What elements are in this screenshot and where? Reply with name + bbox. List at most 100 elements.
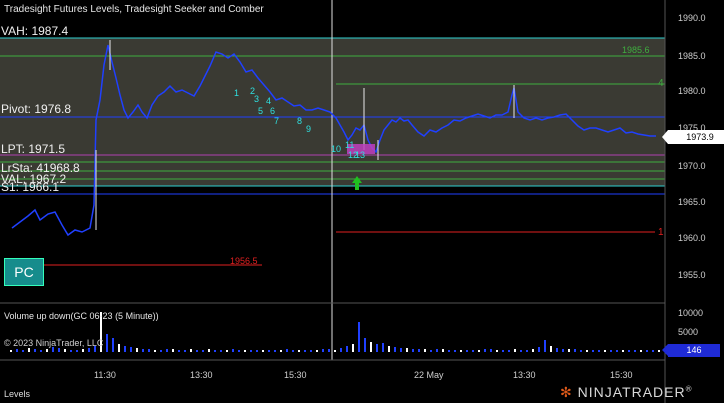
volume-bar: [586, 350, 588, 352]
volume-bar: [208, 349, 210, 352]
volume-bar: [226, 350, 228, 352]
volume-bar: [550, 346, 552, 352]
volume-bar: [244, 350, 246, 352]
green-level-value: 1985.6: [622, 45, 650, 55]
volume-bar: [64, 349, 66, 352]
levels-tab[interactable]: Levels: [4, 389, 30, 399]
seeker-number: 7: [274, 116, 280, 126]
price-tick-label: 1965.0: [678, 197, 706, 207]
logo-trader-text: TRADER: [622, 384, 686, 400]
volume-bar: [502, 350, 504, 352]
volume-bar: [340, 348, 342, 352]
volume-bar: [286, 349, 288, 352]
s1-label: S1: 1966.1: [1, 180, 60, 194]
seeker-number: 9: [306, 124, 312, 134]
volume-bar: [346, 346, 348, 352]
volume-bar: [574, 349, 576, 352]
time-tick-label: 11:30: [94, 370, 116, 380]
logo-reg-mark: ®: [685, 384, 693, 394]
time-tick-label: 13:30: [190, 370, 213, 380]
volume-bar: [256, 350, 258, 352]
volume-bar: [628, 350, 630, 352]
volume-bar: [442, 349, 444, 352]
price-tick-label: 1960.0: [678, 233, 706, 243]
volume-bar: [292, 350, 294, 352]
seeker-number: 1: [234, 88, 240, 98]
volume-bar: [460, 350, 462, 352]
time-tick-label: 22 May: [414, 370, 444, 380]
price-tick-label: 1980.0: [678, 86, 706, 96]
volume-bar: [280, 350, 282, 352]
volume-bar: [106, 334, 108, 352]
volume-bar: [478, 350, 480, 352]
volume-bar: [472, 350, 474, 352]
volume-bar: [412, 349, 414, 352]
seeker-number: 5: [258, 106, 264, 116]
volume-bar: [124, 346, 126, 352]
volume-bar: [394, 347, 396, 352]
volume-bar: [352, 344, 354, 352]
volume-bar: [592, 350, 594, 352]
volume-bar: [520, 350, 522, 352]
volume-bar: [358, 322, 360, 352]
seeker-number: 10: [331, 144, 342, 154]
price-tick-label: 1970.0: [678, 161, 706, 171]
volume-bar: [400, 348, 402, 352]
time-tick-label: 15:30: [284, 370, 307, 380]
volume-bar: [190, 349, 192, 352]
volume-panel-label: Volume up down(GC 06-23 (5 Minute)): [4, 311, 159, 321]
volume-bar: [220, 350, 222, 352]
volume-bar: [580, 350, 582, 352]
volume-bar: [142, 349, 144, 352]
volume-bar: [34, 349, 36, 352]
volume-bar: [262, 350, 264, 352]
volume-bar: [76, 350, 78, 352]
volume-bar: [370, 342, 372, 352]
logo-ninja-text: NINJA: [577, 384, 623, 400]
vah-label: VAH: 1987.4: [1, 24, 69, 38]
volume-bar: [310, 350, 312, 352]
volume-bar: [136, 348, 138, 352]
volume-bar: [166, 349, 168, 352]
volume-bar: [640, 350, 642, 352]
volume-bar: [436, 349, 438, 352]
seeker-number: 6: [270, 106, 276, 116]
volume-bar: [214, 350, 216, 352]
seeker-number: 3: [254, 94, 260, 104]
volume-bar: [406, 348, 408, 352]
volume-bar: [112, 338, 114, 352]
price-tick-label: 1955.0: [678, 270, 706, 280]
volume-bar: [58, 348, 60, 352]
volume-tick-label: 10000: [678, 308, 704, 318]
volume-bar: [10, 350, 12, 352]
volume-bar: [526, 350, 528, 352]
current-volume-tag: 146: [662, 344, 720, 357]
volume-bar: [448, 350, 450, 352]
seeker-number: 8: [297, 116, 303, 126]
volume-bar: [658, 350, 660, 352]
pc-button[interactable]: PC: [4, 258, 44, 286]
volume-bar: [274, 350, 276, 352]
volume-bar: [610, 350, 612, 352]
volume-bar: [322, 349, 324, 352]
volume-bar: [22, 350, 24, 352]
ninjatrader-logo: ✻ NINJATRADER®: [560, 384, 693, 401]
volume-bar: [232, 349, 234, 352]
volume-bar: [334, 350, 336, 352]
volume-bar: [622, 350, 624, 352]
ninjatrader-chart-window: Tradesight Futures Levels, Tradesight Se…: [0, 0, 724, 403]
volume-bar: [238, 350, 240, 352]
volume-bar: [538, 347, 540, 352]
volume-bar: [70, 350, 72, 352]
volume-bar: [28, 348, 30, 352]
price-tick-label: 1985.0: [678, 51, 706, 61]
volume-bar: [382, 343, 384, 352]
volume-bar: [376, 344, 378, 352]
current-price-tag: 1973.9: [662, 130, 724, 144]
seeker-number: 11: [345, 140, 355, 150]
volume-bar: [328, 349, 330, 352]
volume-bar: [490, 349, 492, 352]
ninja-swirl-icon: ✻: [560, 384, 573, 400]
volume-bar: [532, 349, 534, 352]
price-chart[interactable]: [0, 0, 724, 403]
